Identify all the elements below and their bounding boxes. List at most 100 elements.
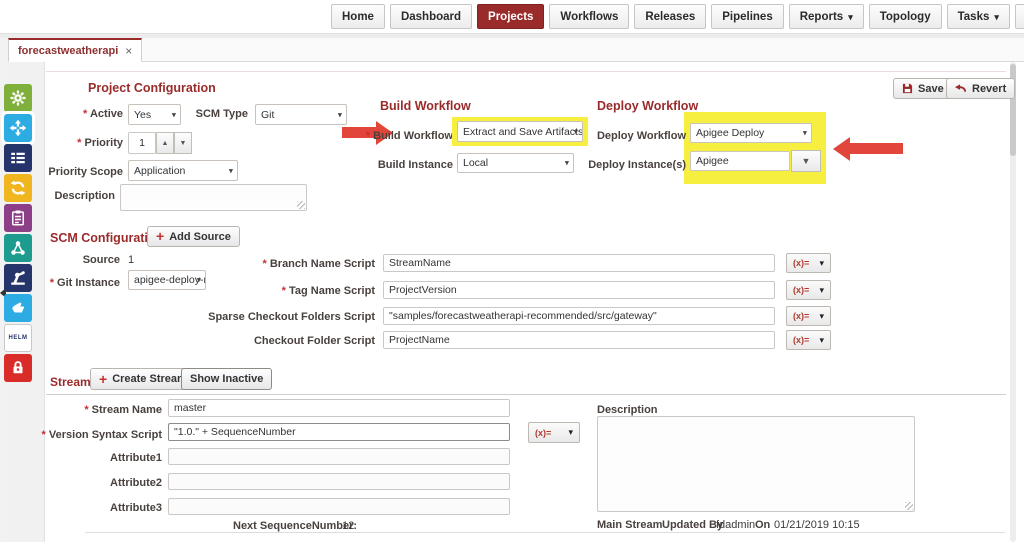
next-sequence-value: 12 xyxy=(342,520,355,532)
priority-down-button[interactable]: ▼ xyxy=(174,132,192,154)
version-syntax-script-input[interactable]: "1.0." + SequenceNumber xyxy=(168,423,510,441)
source-label: Source xyxy=(82,254,120,266)
main-stream-label: Main Stream xyxy=(597,519,663,531)
security-lock-icon[interactable] xyxy=(4,354,32,382)
tab-forecastweatherapi[interactable]: forecastweatherapi xyxy=(8,38,143,62)
build-workflow-select[interactable]: Extract and Save Artifacts xyxy=(457,121,583,142)
checkout-folder-script-input[interactable]: ProjectName xyxy=(383,331,775,349)
expression-icon: (x)= xyxy=(793,335,810,345)
attribute3-label: Attribute3 xyxy=(110,502,162,514)
tag-name-script-label: Tag Name Script xyxy=(175,285,375,297)
stream-description-textarea[interactable] xyxy=(597,416,915,512)
tag-expression-button[interactable]: (x)= xyxy=(786,280,831,300)
app-window: Home Dashboard Projects Workflows Releas… xyxy=(0,0,1024,542)
scm-type-select[interactable]: Git xyxy=(255,104,347,125)
top-navigation: Home Dashboard Projects Workflows Releas… xyxy=(0,0,1024,33)
git-instance-label: Git Instance xyxy=(30,277,120,289)
updated-by-label: Updated By xyxy=(662,519,724,531)
build-workflow-label: Build Workflow xyxy=(353,130,453,142)
chevron-down-icon xyxy=(848,11,853,23)
helm-icon[interactable]: HELM xyxy=(4,324,32,352)
nav-tasks[interactable]: Tasks xyxy=(946,4,1010,29)
chevron-down-icon xyxy=(994,11,999,23)
stream-description-label: Description xyxy=(597,404,658,416)
revert-button[interactable]: Revert xyxy=(946,78,1016,99)
nav-reports[interactable]: Reports xyxy=(788,4,864,29)
tab-strip: forecastweatherapi xyxy=(0,38,1024,62)
stream-name-input[interactable]: master xyxy=(168,399,510,417)
close-icon[interactable] xyxy=(125,44,132,58)
plus-icon xyxy=(156,229,164,244)
deploy-workflow-select[interactable]: Apigee Deploy xyxy=(690,123,812,143)
nav-topology[interactable]: Topology xyxy=(868,4,942,29)
streams-divider xyxy=(46,394,1006,395)
automation-robot-icon[interactable] xyxy=(4,264,32,292)
deploy-instances-label: Deploy Instance(s) xyxy=(588,159,686,171)
section-divider xyxy=(46,71,1006,72)
show-inactive-button[interactable]: Show Inactive xyxy=(181,368,273,390)
nav-projects[interactable]: Projects xyxy=(477,4,545,29)
priority-scope-label: Priority Scope xyxy=(48,166,123,178)
branch-name-script-input[interactable]: StreamName xyxy=(383,254,775,272)
vertical-scrollbar[interactable] xyxy=(1010,62,1016,542)
attribute1-label: Attribute1 xyxy=(110,452,162,464)
priority-label: Priority xyxy=(23,137,123,149)
updated-on-value: 01/21/2019 10:15 xyxy=(774,519,860,531)
branch-expression-button[interactable]: (x)= xyxy=(786,253,831,273)
deploy-workflow-label: Deploy Workflow xyxy=(596,130,686,142)
bottom-divider xyxy=(85,532,1005,533)
checkout-folder-script-label: Checkout Folder Script xyxy=(253,335,375,347)
nav-administration[interactable]: Administration xyxy=(1014,4,1024,29)
attribute2-label: Attribute2 xyxy=(110,477,162,489)
updated-by-value: fdadmin xyxy=(716,519,756,531)
topology-share-icon[interactable] xyxy=(4,234,32,262)
deploy-instances-dropdown-button[interactable]: ▼ xyxy=(791,150,821,172)
sparse-checkout-folders-script-label: Sparse Checkout Folders Script xyxy=(208,311,375,323)
save-button[interactable]: Save xyxy=(893,78,953,99)
tag-name-script-input[interactable]: ProjectVersion xyxy=(383,281,775,299)
nav-releases[interactable]: Releases xyxy=(634,4,707,29)
sparse-expression-button[interactable]: (x)= xyxy=(786,306,831,326)
manual-task-hand-icon[interactable] xyxy=(4,294,32,322)
nav-dashboard[interactable]: Dashboard xyxy=(389,4,473,29)
deploy-workflow-heading: Deploy Workflow xyxy=(597,99,699,113)
build-instance-label: Build Instance xyxy=(377,159,453,171)
priority-up-button[interactable]: ▲ xyxy=(156,132,174,154)
priority-input[interactable]: 1 xyxy=(128,132,156,154)
build-workflow-heading: Build Workflow xyxy=(380,99,471,113)
active-label: Active xyxy=(23,108,123,120)
attribute1-input[interactable] xyxy=(168,448,510,465)
tab-title: forecastweatherapi xyxy=(18,44,119,57)
expression-icon: (x)= xyxy=(535,427,552,438)
branch-name-script-label: Branch Name Script xyxy=(175,258,375,270)
sparse-checkout-folders-script-input[interactable]: "samples/forecastweatherapi-recommended/… xyxy=(383,307,775,325)
deploy-instances-input[interactable]: Apigee xyxy=(690,151,790,171)
updated-on-label: On xyxy=(755,519,771,531)
create-stream-button[interactable]: Create Stream xyxy=(90,368,196,390)
source-value: 1 xyxy=(128,254,135,266)
nav-workflows[interactable]: Workflows xyxy=(549,4,630,29)
description-textarea[interactable] xyxy=(120,184,307,211)
plus-icon xyxy=(99,372,107,387)
report-clipboard-icon[interactable] xyxy=(4,204,32,232)
expression-icon: (x)= xyxy=(793,285,810,295)
expression-icon: (x)= xyxy=(793,258,810,268)
revert-icon xyxy=(955,83,967,92)
attribute2-input[interactable] xyxy=(168,473,510,490)
priority-scope-select[interactable]: Application xyxy=(128,160,238,181)
add-source-button[interactable]: Add Source xyxy=(147,226,240,247)
build-instance-select[interactable]: Local xyxy=(457,153,574,173)
version-syntax-script-label: Version Syntax Script xyxy=(32,429,162,441)
checkout-expression-button[interactable]: (x)= xyxy=(786,330,831,350)
scm-type-label: SCM Type xyxy=(195,108,248,120)
page-title: Project Configuration xyxy=(88,81,216,95)
description-label: Description xyxy=(54,190,115,202)
save-icon xyxy=(902,83,913,94)
attribute3-input[interactable] xyxy=(168,498,510,515)
expression-icon: (x)= xyxy=(793,311,810,321)
next-sequence-label: Next SequenceNumber: xyxy=(233,520,358,532)
nav-pipelines[interactable]: Pipelines xyxy=(711,4,784,29)
version-expression-button[interactable]: (x)= xyxy=(528,422,580,443)
nav-home[interactable]: Home xyxy=(331,4,385,29)
stream-name-label: Stream Name xyxy=(62,404,162,416)
